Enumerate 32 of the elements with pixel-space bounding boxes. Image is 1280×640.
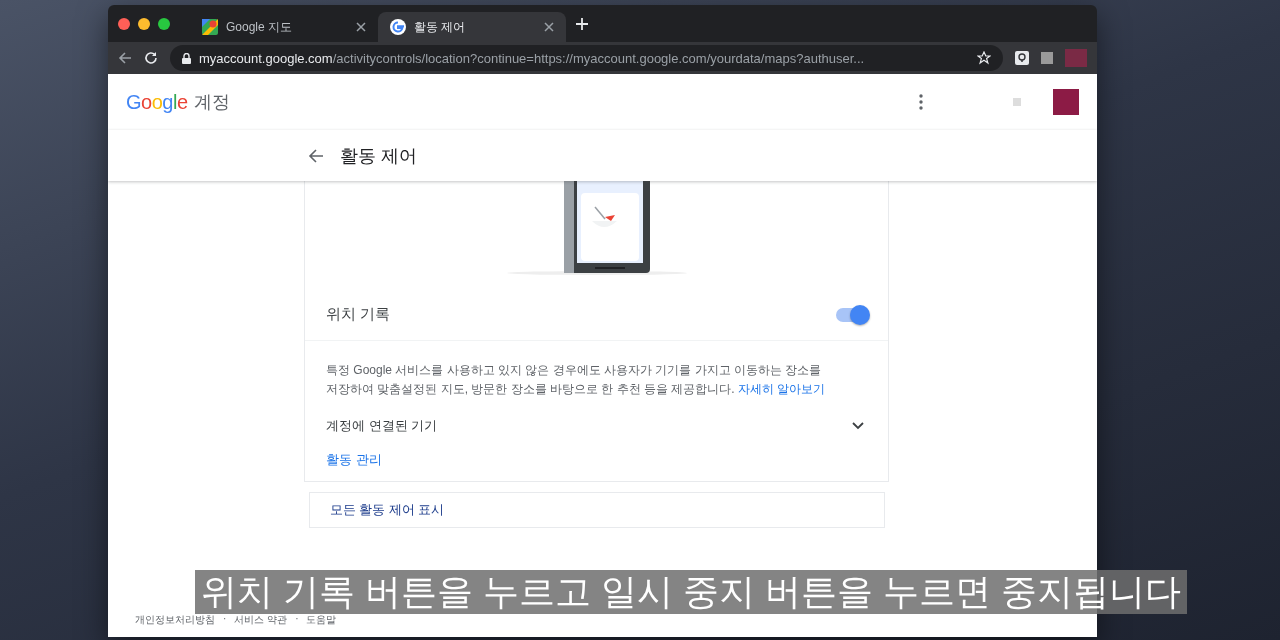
- setting-description: 특정 Google 서비스를 사용하고 있지 않은 경우에도 사용자가 기기를 가지고 이동하는 장소를 저장하여 맞춤설정된 지도, 방문한 장소를 바탕으로 한 추천 등을 제공합니다. 자세히 알아보기: [325, 362, 827, 398]
- maximize-window-button[interactable]: [158, 17, 170, 30]
- browser-tab[interactable]: Google 지도: [190, 12, 378, 42]
- footer-separator: ·: [223, 613, 227, 626]
- browser-tab[interactable]: 활동 제어: [378, 12, 566, 42]
- learn-more-link[interactable]: 자세히 알아보기: [738, 382, 826, 396]
- g-logo-icon: [390, 19, 406, 35]
- footer-separator: ·: [295, 613, 299, 626]
- address-bar[interactable]: myaccount.google.com/activitycontrols/location?continue=https://myaccount.google.com/yourdata/maps?authuser...: [170, 45, 1003, 71]
- minimize-window-button[interactable]: [138, 17, 150, 30]
- reload-icon[interactable]: [144, 51, 158, 65]
- video-caption: 위치 기록 버튼을 누르고 일시 중지 버튼을 누르면 중지됩니다: [195, 570, 1187, 614]
- product-name: 계정: [193, 91, 230, 114]
- all-controls-link[interactable]: 모든 활동 제어 표시: [329, 502, 445, 517]
- footer-link[interactable]: 도움말: [306, 613, 337, 627]
- more-options-icon[interactable]: [919, 94, 923, 110]
- google-logo[interactable]: Google: [126, 90, 188, 114]
- url-text: myaccount.google.com/activitycontrols/location?continue=https://myaccount.google.com/yourdata/maps?authuser...: [199, 50, 865, 66]
- close-tab-icon[interactable]: [544, 22, 554, 32]
- lock-icon: [182, 52, 191, 64]
- back-arrow-icon[interactable]: [118, 51, 132, 65]
- setting-title: 위치 기록: [326, 305, 391, 324]
- footer-link[interactable]: 서비스 약관: [234, 613, 288, 627]
- back-arrow-icon[interactable]: [308, 147, 324, 164]
- new-tab-icon[interactable]: [576, 17, 588, 30]
- devices-expander[interactable]: 계정에 연결된 기기: [305, 399, 888, 435]
- close-tab-icon[interactable]: [356, 22, 366, 32]
- footer-link[interactable]: 개인정보처리방침: [135, 613, 215, 627]
- close-window-button[interactable]: [118, 17, 130, 30]
- manage-activity-link[interactable]: 활동 관리: [326, 452, 382, 467]
- star-icon[interactable]: [977, 51, 991, 65]
- page-title: 활동 제어: [340, 144, 417, 168]
